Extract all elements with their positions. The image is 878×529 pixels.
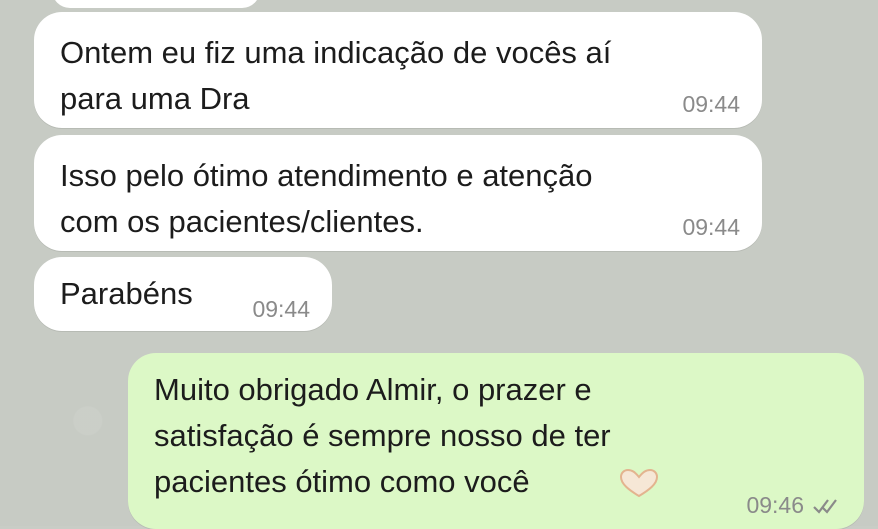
incoming-message-bubble[interactable]: Ontem eu fiz uma indicação de vocês aí p…	[34, 12, 762, 128]
message-time: 09:44	[252, 296, 310, 322]
message-meta: 09:44	[682, 91, 740, 118]
heart-hands-icon	[615, 468, 663, 505]
message-meta: 09:44	[682, 214, 740, 241]
message-text: Ontem eu fiz uma indicação de vocês aí p…	[60, 35, 612, 116]
incoming-message-bubble[interactable]: Isso pelo ótimo atendimento e atenção co…	[34, 135, 762, 251]
message-time: 09:46	[746, 492, 804, 518]
double-check-icon	[812, 497, 842, 515]
message-time: 09:44	[682, 91, 740, 117]
message-meta: 09:44	[252, 296, 310, 323]
message-text: Isso pelo ótimo atendimento e atenção co…	[60, 158, 593, 239]
incoming-message-bubble[interactable]: Parabéns 09:44	[34, 257, 332, 331]
outgoing-message-bubble[interactable]: Muito obrigado Almir, o prazer e satisfa…	[128, 353, 864, 529]
message-meta: 09:46	[746, 492, 842, 519]
message-time: 09:44	[682, 214, 740, 240]
previous-message-bubble-edge	[52, 0, 260, 8]
message-text: Muito obrigado Almir, o prazer e satisfa…	[154, 372, 611, 499]
